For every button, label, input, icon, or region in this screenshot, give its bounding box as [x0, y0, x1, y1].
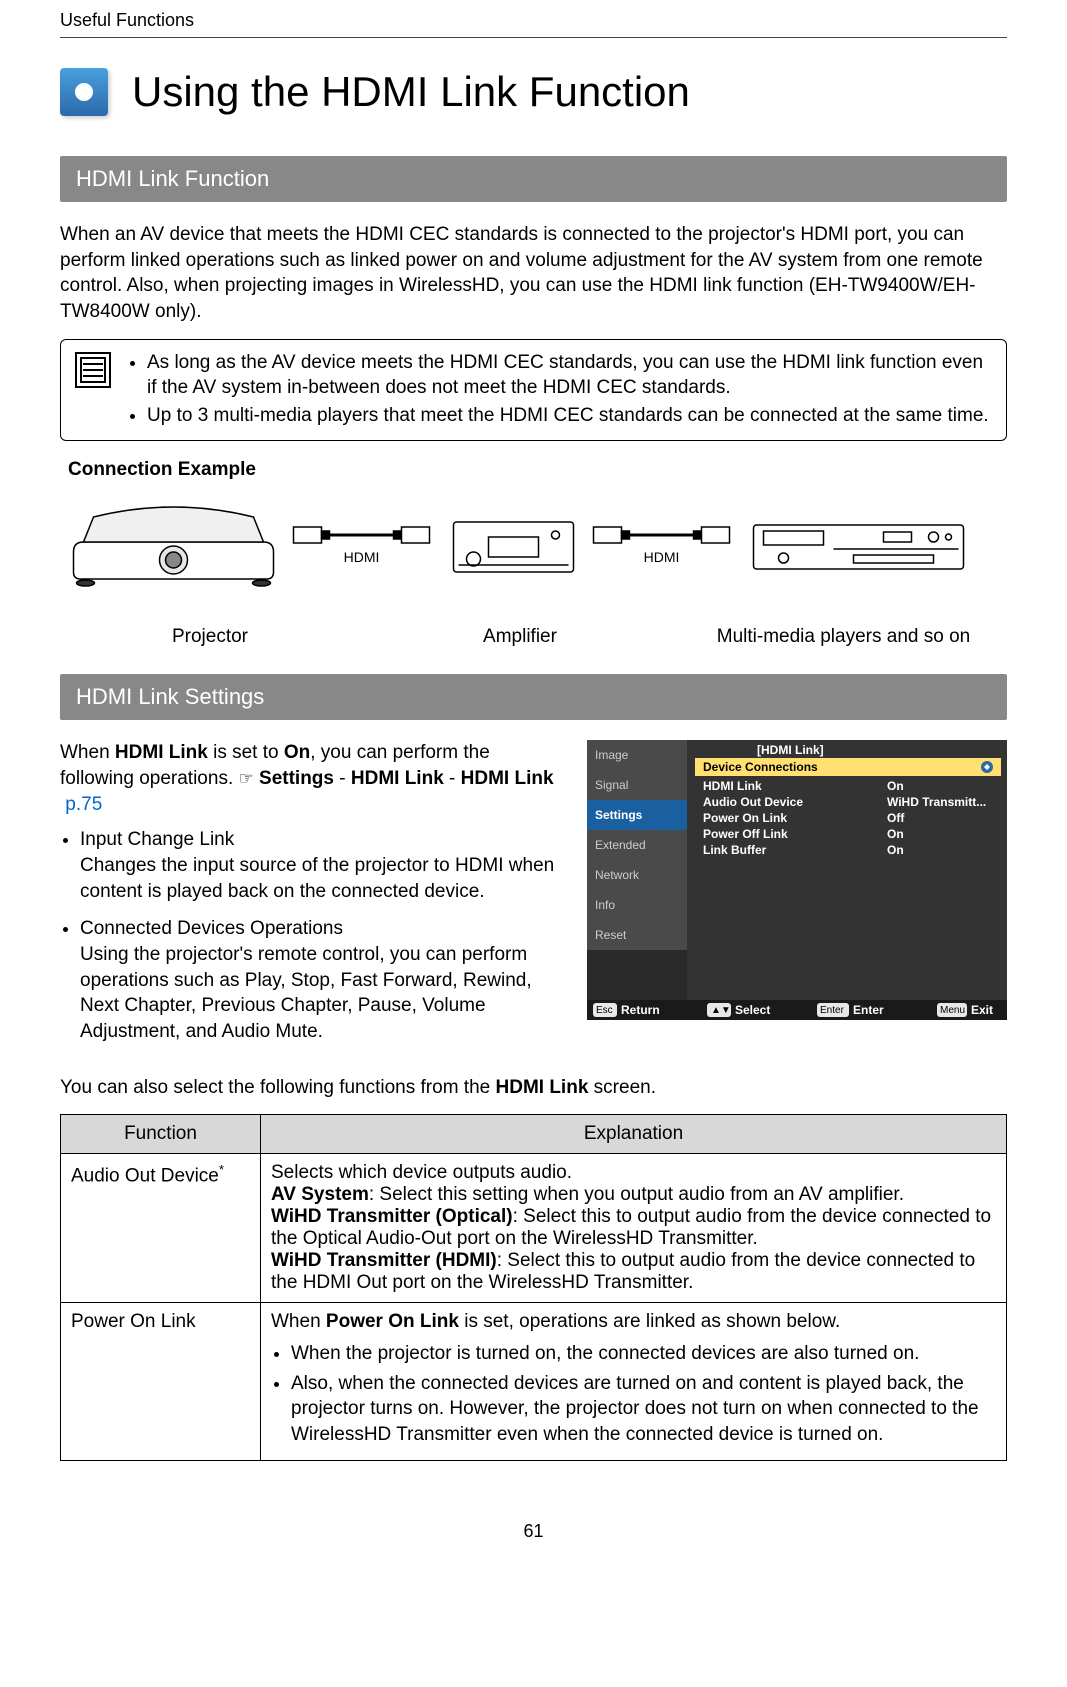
menu-screenshot: Image Signal Settings Extended Network I… [587, 740, 1007, 1020]
svg-text:Signal: Signal [595, 778, 628, 792]
note-item: Up to 3 multi-media players that meet th… [147, 403, 992, 429]
note-box: As long as the AV device meets the HDMI … [60, 339, 1007, 442]
svg-text:Power Off Link: Power Off Link [703, 827, 788, 841]
svg-text:Select: Select [735, 1003, 770, 1017]
page-title: Using the HDMI Link Function [132, 68, 690, 116]
operations-list: Input Change Link Changes the input sour… [60, 827, 563, 1044]
svg-text:Audio Out Device: Audio Out Device [703, 795, 803, 809]
connection-diagram: HDMI HDMI [60, 487, 1007, 617]
svg-text:Power On Link: Power On Link [703, 811, 787, 825]
svg-text:Enter: Enter [853, 1003, 884, 1017]
svg-text:HDMI Link: HDMI Link [703, 779, 762, 793]
svg-text:Esc: Esc [596, 1005, 613, 1016]
svg-text:Info: Info [595, 898, 615, 912]
svg-text:Network: Network [595, 868, 640, 882]
label-amplifier: Amplifier [360, 626, 680, 648]
svg-text:▲▼: ▲▼ [711, 1005, 731, 1016]
divider [60, 37, 1007, 38]
note-icon [75, 352, 111, 431]
page-reference-link[interactable]: p.75 [65, 794, 102, 815]
settings-intro: When HDMI Link is set to On, you can per… [60, 740, 563, 817]
title-icon [60, 68, 108, 116]
svg-text:Extended: Extended [595, 838, 646, 852]
list-item: Input Change Link Changes the input sour… [80, 827, 563, 904]
svg-text:Off: Off [887, 811, 905, 825]
hdmi-label-2: HDMI [644, 549, 680, 565]
svg-text:Return: Return [621, 1003, 660, 1017]
pointer-icon: ☞ [239, 769, 254, 788]
table-row: Audio Out Device* Selects which device o… [61, 1154, 1007, 1303]
page-number: 61 [60, 1521, 1007, 1542]
svg-text:Exit: Exit [971, 1003, 993, 1017]
svg-text:On: On [887, 827, 904, 841]
svg-text:[HDMI Link]: [HDMI Link] [757, 743, 824, 757]
svg-text:Menu: Menu [940, 1005, 965, 1016]
svg-text:Device Connections: Device Connections [703, 760, 818, 774]
list-item: Connected Devices Operations Using the p… [80, 916, 563, 1044]
label-players: Multi-media players and so on [680, 626, 1007, 648]
connection-example-heading: Connection Example [68, 459, 1007, 481]
table-header-explanation: Explanation [261, 1115, 1007, 1154]
section-heading-hdmi-link-settings: HDMI Link Settings [60, 674, 1007, 720]
svg-text:On: On [887, 779, 904, 793]
svg-text:Settings: Settings [595, 808, 643, 822]
sub-intro: You can also select the following functi… [60, 1075, 1007, 1101]
table-header-function: Function [61, 1115, 261, 1154]
svg-text:Enter: Enter [820, 1005, 845, 1016]
hdmi-label-1: HDMI [344, 549, 380, 565]
svg-text:Image: Image [595, 748, 629, 762]
list-item: Also, when the connected devices are tur… [291, 1371, 996, 1448]
functions-table: Function Explanation Audio Out Device* S… [60, 1114, 1007, 1461]
table-row: Power On Link When Power On Link is set,… [61, 1303, 1007, 1461]
running-head: Useful Functions [60, 10, 1007, 31]
svg-text:WiHD Transmitt...: WiHD Transmitt... [887, 795, 986, 809]
svg-text:Link Buffer: Link Buffer [703, 843, 767, 857]
svg-text:Reset: Reset [595, 928, 627, 942]
label-projector: Projector [60, 626, 360, 648]
note-list: As long as the AV device meets the HDMI … [127, 350, 992, 431]
note-item: As long as the AV device meets the HDMI … [147, 350, 992, 401]
svg-text:On: On [887, 843, 904, 857]
intro-paragraph: When an AV device that meets the HDMI CE… [60, 222, 1007, 325]
section-heading-hdmi-link-function: HDMI Link Function [60, 156, 1007, 202]
list-item: When the projector is turned on, the con… [291, 1341, 996, 1367]
